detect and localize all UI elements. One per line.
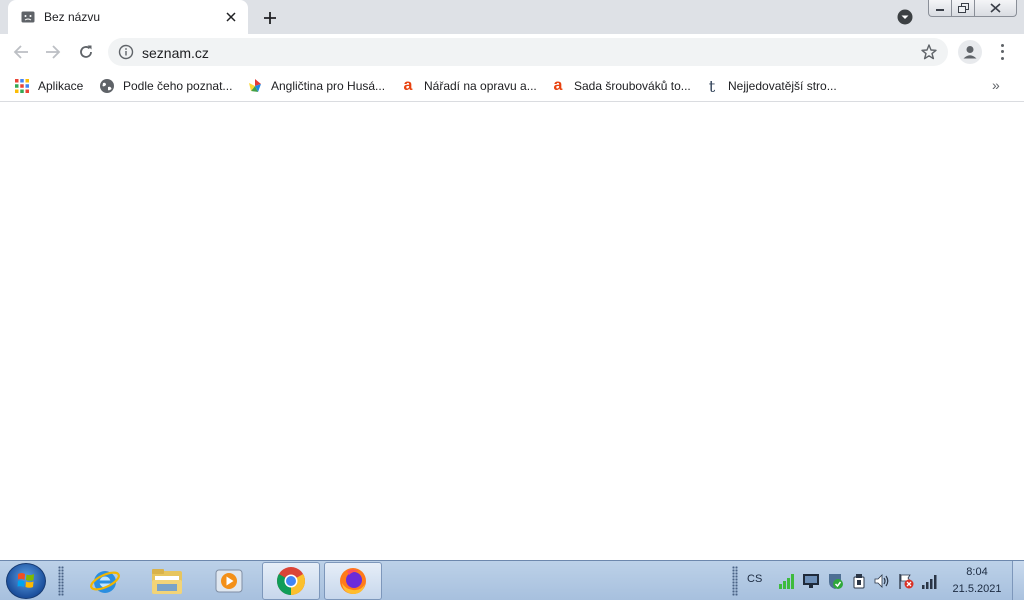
firefox-icon[interactable] xyxy=(324,562,382,600)
tab-title: Bez názvu xyxy=(44,10,101,24)
page-content[interactable] xyxy=(0,103,1024,560)
speaker-icon[interactable] xyxy=(873,572,891,590)
chrome-icon[interactable] xyxy=(262,562,320,600)
bookmarks-bar: Aplikace Podle čeho poznat... Angličtina… xyxy=(0,70,1024,102)
sad-page-icon xyxy=(21,11,35,23)
media-player-icon[interactable] xyxy=(200,562,258,600)
bookmarks-overflow-icon[interactable]: » xyxy=(992,77,1000,93)
close-window-icon[interactable] xyxy=(975,0,1017,17)
profile-avatar-icon[interactable] xyxy=(958,40,982,64)
bookmark-item[interactable]: a Sada šroubováků to... xyxy=(550,76,691,96)
screen: Bez názvu seznam.cz Aplikace Podle čeho … xyxy=(0,0,1024,600)
signal-bars-icon[interactable] xyxy=(778,572,796,590)
bookmark-apps[interactable]: Aplikace xyxy=(14,76,83,96)
taskbar-grip[interactable] xyxy=(58,566,64,596)
internet-explorer-icon[interactable] xyxy=(76,562,134,600)
bookmark-label: Nářadí na opravu a... xyxy=(424,79,537,93)
back-arrow-icon[interactable] xyxy=(10,41,32,63)
bookmark-label: Sada šroubováků to... xyxy=(574,79,691,93)
bookmark-item[interactable]: Angličtina pro Husá... xyxy=(247,76,385,96)
start-button-icon[interactable] xyxy=(6,563,46,599)
minimize-icon[interactable] xyxy=(928,0,952,17)
restore-icon[interactable] xyxy=(952,0,975,17)
clock-date: 21.5.2021 xyxy=(952,583,1002,595)
site-info-icon[interactable] xyxy=(118,44,134,60)
new-tab-icon[interactable] xyxy=(260,8,280,28)
tab-active[interactable]: Bez názvu xyxy=(8,0,248,34)
language-indicator[interactable]: CS xyxy=(747,573,762,585)
colorful-logo-icon xyxy=(247,78,263,94)
forward-arrow-icon[interactable] xyxy=(42,41,64,63)
clock-time: 8:04 xyxy=(966,566,988,578)
letter-t-icon: t xyxy=(708,76,716,96)
tab-close-icon[interactable] xyxy=(222,8,240,26)
bookmark-star-icon[interactable] xyxy=(920,43,938,61)
monitor-app-icon[interactable] xyxy=(802,572,820,590)
address-bar[interactable]: seznam.cz xyxy=(108,38,948,66)
bookmark-item[interactable]: a Nářadí na opravu a... xyxy=(400,76,537,96)
file-explorer-icon[interactable] xyxy=(138,562,196,600)
taskbar: CS 8:04 21.5.2021 xyxy=(0,560,1024,600)
window-controls xyxy=(928,0,1018,17)
globe-icon xyxy=(99,78,115,94)
address-url: seznam.cz xyxy=(142,45,209,61)
bookmark-label: Angličtina pro Husá... xyxy=(271,79,386,93)
browser-toolbar: seznam.cz xyxy=(0,34,1024,70)
bookmark-item[interactable]: t Nejjedovatější stro... xyxy=(704,76,837,96)
network-bars-icon[interactable] xyxy=(921,572,939,590)
apps-grid-icon xyxy=(14,78,30,94)
security-shield-icon[interactable] xyxy=(826,572,844,590)
system-clock[interactable]: 8:04 21.5.2021 xyxy=(948,564,1006,598)
tab-strip: Bez názvu xyxy=(0,0,1024,34)
tray-grip[interactable] xyxy=(732,566,738,596)
bookmark-item[interactable]: Podle čeho poznat... xyxy=(99,76,232,96)
show-desktop-button[interactable] xyxy=(1012,561,1024,600)
letter-a-icon: a xyxy=(403,77,413,94)
browser-menu-icon[interactable] xyxy=(993,42,1011,62)
bookmark-label: Podle čeho poznat... xyxy=(123,79,233,93)
action-center-flag-icon[interactable] xyxy=(897,572,915,590)
bookmark-label: Aplikace xyxy=(38,79,84,93)
tab-search-icon[interactable] xyxy=(897,9,913,25)
letter-a-icon: a xyxy=(553,77,563,94)
reload-icon[interactable] xyxy=(75,41,97,63)
bookmark-label: Nejjedovatější stro... xyxy=(728,79,837,93)
usb-device-icon[interactable] xyxy=(850,572,868,590)
